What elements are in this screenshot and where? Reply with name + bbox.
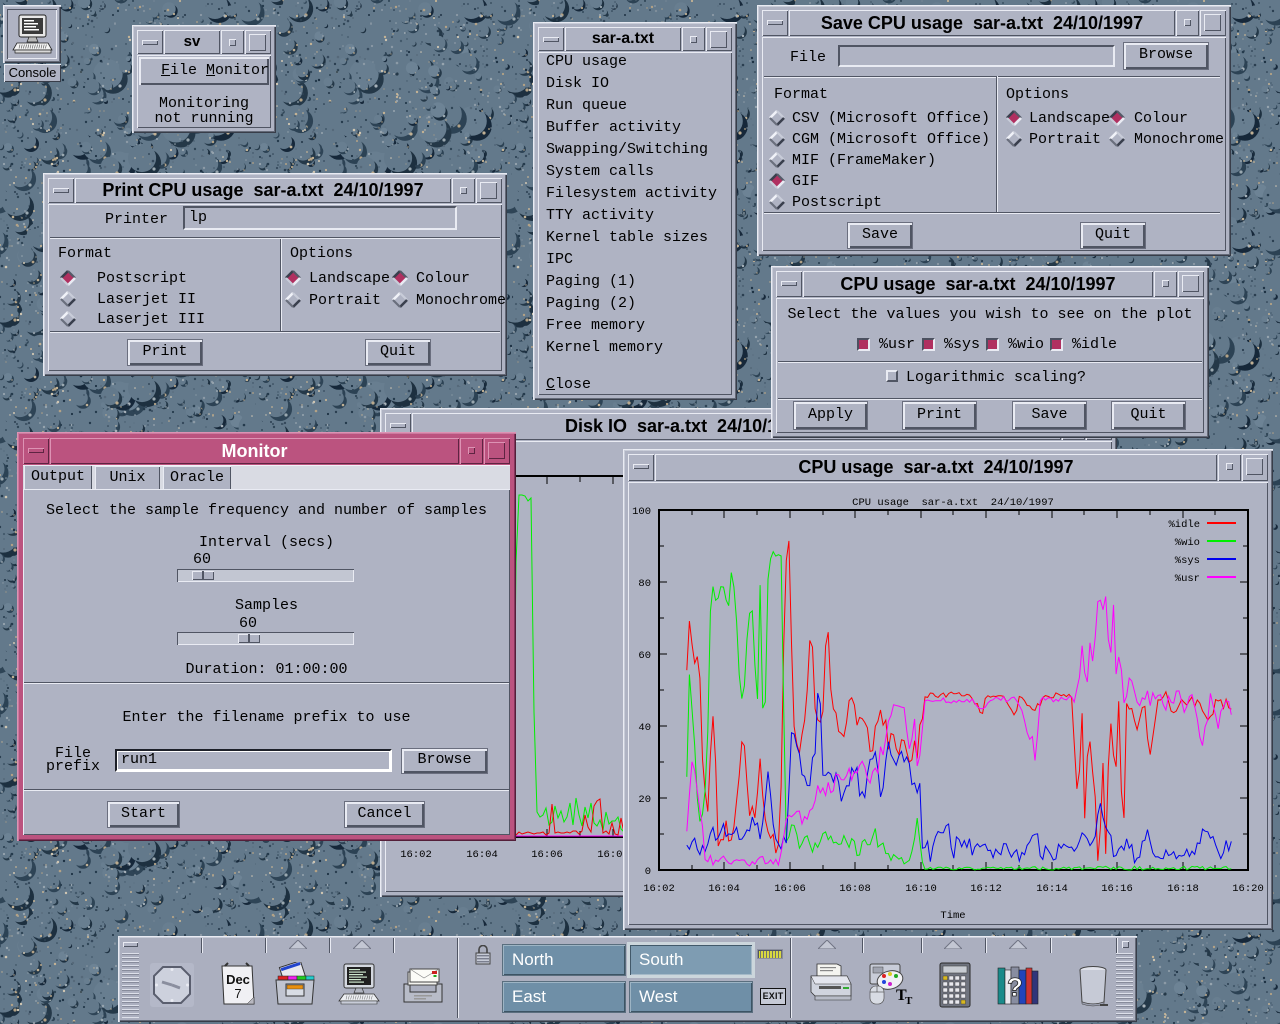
svg-text:CPU usage sar-a.txt 24/10/19: CPU usage sar-a.txt 24/10/1997 bbox=[852, 497, 1054, 509]
svg-text:16:02: 16:02 bbox=[400, 849, 432, 861]
svg-text:%idle: %idle bbox=[1168, 519, 1200, 531]
svg-text:16:06: 16:06 bbox=[531, 849, 563, 861]
svg-text:80: 80 bbox=[638, 578, 651, 590]
svg-text:16:04: 16:04 bbox=[466, 849, 498, 861]
svg-text:60: 60 bbox=[638, 650, 651, 662]
svg-text:?: ? bbox=[1007, 972, 1023, 1002]
svg-text:16:08: 16:08 bbox=[839, 883, 871, 895]
svg-text:100: 100 bbox=[632, 506, 651, 518]
svg-text:%usr: %usr bbox=[1175, 573, 1200, 585]
svg-text:16:12: 16:12 bbox=[970, 883, 1002, 895]
svg-text:40: 40 bbox=[638, 722, 651, 734]
svg-text:Time: Time bbox=[940, 910, 965, 922]
svg-text:16:04: 16:04 bbox=[708, 883, 740, 895]
svg-text:16:14: 16:14 bbox=[1036, 883, 1068, 895]
svg-text:16:06: 16:06 bbox=[774, 883, 806, 895]
svg-text:20: 20 bbox=[638, 794, 651, 806]
svg-text:16:20: 16:20 bbox=[1232, 883, 1264, 895]
svg-text:T: T bbox=[905, 995, 913, 1007]
svg-text:16:10: 16:10 bbox=[905, 883, 937, 895]
svg-text:16:02: 16:02 bbox=[643, 883, 675, 895]
svg-text:%sys: %sys bbox=[1175, 555, 1200, 567]
svg-text:0: 0 bbox=[645, 866, 651, 878]
svg-text:%wio: %wio bbox=[1175, 537, 1200, 549]
svg-text:16:16: 16:16 bbox=[1101, 883, 1133, 895]
svg-text:Dec: Dec bbox=[226, 972, 250, 987]
svg-text:7: 7 bbox=[234, 986, 241, 1001]
svg-text:16:18: 16:18 bbox=[1167, 883, 1199, 895]
